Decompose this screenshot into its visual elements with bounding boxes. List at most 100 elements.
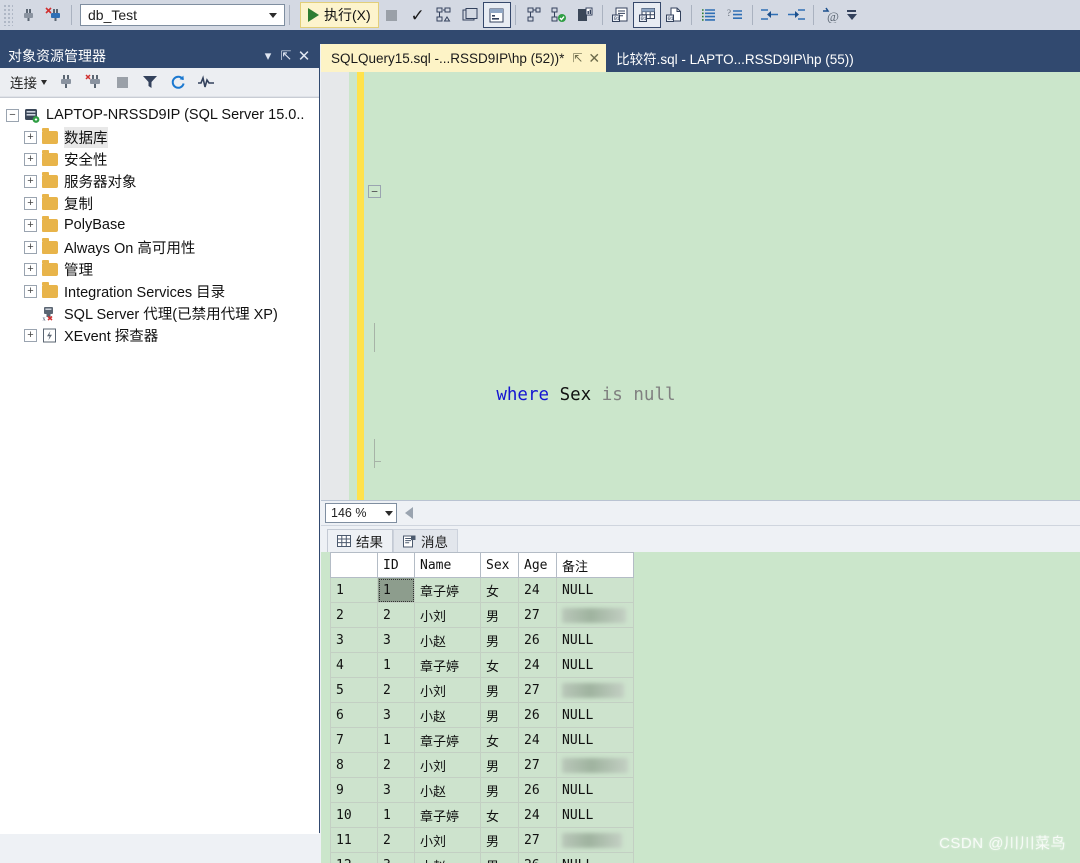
row-number[interactable]: 3 bbox=[331, 628, 378, 653]
row-number[interactable]: 2 bbox=[331, 603, 378, 628]
collapse-toggle-icon[interactable]: − bbox=[6, 109, 19, 122]
query-options-button[interactable] bbox=[457, 3, 483, 27]
tab-results[interactable]: 结果 bbox=[327, 529, 393, 552]
sidebar-item-server-objects[interactable]: + 服务器对象 bbox=[0, 170, 319, 192]
connect-dropdown-button[interactable]: 连接 bbox=[6, 72, 51, 92]
column-header-id[interactable]: ID bbox=[378, 553, 415, 578]
grip-handle-icon[interactable] bbox=[3, 4, 13, 26]
cell-name[interactable]: 小刘 bbox=[415, 603, 481, 628]
cell-name[interactable]: 小刘 bbox=[415, 678, 481, 703]
connect-icon-button[interactable] bbox=[53, 70, 79, 94]
sql-code-editor[interactable]: − select * from Employee where Sex is nu… bbox=[321, 72, 1080, 501]
disconnect-icon-button[interactable] bbox=[81, 70, 107, 94]
table-row[interactable]: 6 3 小赵 男 26 NULL bbox=[331, 703, 634, 728]
comment-lines-button[interactable] bbox=[696, 3, 722, 27]
cell-age[interactable]: 27 bbox=[519, 828, 557, 853]
expand-toggle-icon[interactable]: + bbox=[24, 131, 37, 144]
increase-indent-button[interactable] bbox=[783, 3, 809, 27]
cell-note[interactable]: NULL bbox=[557, 703, 634, 728]
decrease-indent-button[interactable] bbox=[757, 3, 783, 27]
cell-note-redacted[interactable] bbox=[557, 828, 634, 853]
cell-sex[interactable]: 女 bbox=[481, 803, 519, 828]
cell-note-redacted[interactable] bbox=[557, 678, 634, 703]
tab-sqlquery15[interactable]: SQLQuery15.sql -...RSSD9IP\hp (52))* ⇱ ✕ bbox=[321, 44, 606, 72]
stop-button[interactable] bbox=[379, 3, 405, 27]
toolbar-overflow-button[interactable] bbox=[844, 10, 860, 20]
cell-name[interactable]: 小赵 bbox=[415, 853, 481, 863]
specify-template-parameters-button[interactable]: @ bbox=[818, 3, 844, 27]
cell-name[interactable]: 小赵 bbox=[415, 778, 481, 803]
expand-toggle-icon[interactable]: + bbox=[24, 285, 37, 298]
expand-toggle-icon[interactable]: + bbox=[24, 241, 37, 254]
tab-bijiaofu[interactable]: 比较符.sql - LAPTO...RSSD9IP\hp (55)) bbox=[606, 44, 864, 72]
row-number[interactable]: 8 bbox=[331, 753, 378, 778]
row-number[interactable]: 10 bbox=[331, 803, 378, 828]
cell-id[interactable]: 2 bbox=[378, 678, 415, 703]
cell-sex[interactable]: 女 bbox=[481, 578, 519, 603]
cell-age[interactable]: 24 bbox=[519, 803, 557, 828]
table-row[interactable]: 5 2 小刘 男 27 bbox=[331, 678, 634, 703]
filter-button[interactable] bbox=[137, 70, 163, 94]
cell-sex[interactable]: 男 bbox=[481, 628, 519, 653]
table-row[interactable]: 10 1 章子婷 女 24 NULL bbox=[331, 803, 634, 828]
database-chart-icon[interactable] bbox=[572, 3, 598, 27]
sidebar-item-security[interactable]: + 安全性 bbox=[0, 148, 319, 170]
cell-id[interactable]: 1 bbox=[378, 803, 415, 828]
sidebar-item-sql-server-agent[interactable]: x SQL Server 代理(已禁用代理 XP) bbox=[0, 302, 319, 324]
chevron-down-icon[interactable] bbox=[385, 511, 393, 516]
table-row[interactable]: 12 3 小赵 男 26 NULL bbox=[331, 853, 634, 863]
column-header-sex[interactable]: Sex bbox=[481, 553, 519, 578]
display-estimated-plan-button[interactable] bbox=[431, 3, 457, 27]
connect-plug-icon[interactable] bbox=[15, 3, 41, 27]
cell-sex[interactable]: 男 bbox=[481, 853, 519, 863]
close-icon[interactable]: ✕ bbox=[588, 50, 600, 67]
cell-note[interactable]: NULL bbox=[557, 778, 634, 803]
close-icon[interactable]: ✕ bbox=[295, 47, 313, 65]
table-row[interactable]: 8 2 小刘 男 27 bbox=[331, 753, 634, 778]
table-row[interactable]: 11 2 小刘 男 27 bbox=[331, 828, 634, 853]
cell-note-redacted[interactable] bbox=[557, 753, 634, 778]
pin-icon[interactable]: ⇱ bbox=[572, 51, 582, 65]
sidebar-item-databases[interactable]: + 数据库 bbox=[0, 126, 319, 148]
cell-age[interactable]: 27 bbox=[519, 603, 557, 628]
cell-sex[interactable]: 男 bbox=[481, 753, 519, 778]
cell-sex[interactable]: 女 bbox=[481, 728, 519, 753]
row-number[interactable]: 9 bbox=[331, 778, 378, 803]
scroll-left-icon[interactable] bbox=[405, 507, 413, 519]
cell-age[interactable]: 26 bbox=[519, 778, 557, 803]
sidebar-item-xevent-profiler[interactable]: + XEvent 探查器 bbox=[0, 324, 319, 346]
cell-id[interactable]: 3 bbox=[378, 778, 415, 803]
refresh-button[interactable] bbox=[165, 70, 191, 94]
sidebar-item-integration-services[interactable]: + Integration Services 目录 bbox=[0, 280, 319, 302]
results-grid[interactable]: ID Name Sex Age 备注 1 1 章子婷 女 24 NULL bbox=[330, 552, 634, 863]
column-header-note[interactable]: 备注 bbox=[557, 553, 634, 578]
row-number[interactable]: 6 bbox=[331, 703, 378, 728]
results-to-grid-button[interactable]: 01 bbox=[633, 2, 661, 28]
cell-note-redacted[interactable] bbox=[557, 603, 634, 628]
cell-name[interactable]: 章子婷 bbox=[415, 578, 481, 603]
tab-messages[interactable]: 消息 bbox=[393, 529, 458, 552]
zoom-level-combo[interactable]: 146 % bbox=[325, 503, 397, 523]
column-header-age[interactable]: Age bbox=[519, 553, 557, 578]
chevron-down-icon[interactable] bbox=[269, 13, 277, 18]
cell-note[interactable]: NULL bbox=[557, 628, 634, 653]
cell-sex[interactable]: 男 bbox=[481, 828, 519, 853]
table-row[interactable]: 1 1 章子婷 女 24 NULL bbox=[331, 578, 634, 603]
cell-age[interactable]: 24 bbox=[519, 578, 557, 603]
cell-sex[interactable]: 女 bbox=[481, 653, 519, 678]
cell-age[interactable]: 24 bbox=[519, 653, 557, 678]
table-row[interactable]: 7 1 章子婷 女 24 NULL bbox=[331, 728, 634, 753]
cell-note[interactable]: NULL bbox=[557, 853, 634, 863]
row-number[interactable]: 5 bbox=[331, 678, 378, 703]
cell-note[interactable]: NULL bbox=[557, 728, 634, 753]
row-number[interactable]: 12 bbox=[331, 853, 378, 863]
cell-name[interactable]: 章子婷 bbox=[415, 653, 481, 678]
fold-minus-icon[interactable]: − bbox=[368, 185, 381, 198]
chevron-down-icon[interactable]: ▾ bbox=[259, 48, 277, 64]
sidebar-item-polybase[interactable]: + PolyBase bbox=[0, 214, 319, 236]
sidebar-item-replication[interactable]: + 复制 bbox=[0, 192, 319, 214]
cell-id[interactable]: 1 bbox=[378, 653, 415, 678]
uncomment-lines-button[interactable]: ? bbox=[722, 3, 748, 27]
code-text[interactable]: − select * from Employee where Sex is nu… bbox=[365, 72, 1080, 500]
row-number[interactable]: 4 bbox=[331, 653, 378, 678]
